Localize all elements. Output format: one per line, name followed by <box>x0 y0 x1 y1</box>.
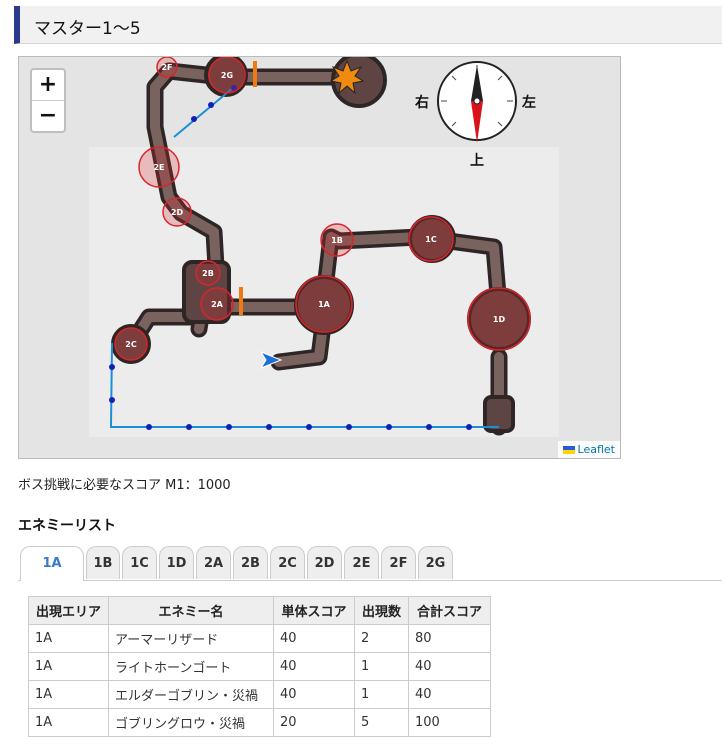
boss-score-text: ボス挑戦に必要なスコア M1：1000 <box>18 478 231 493</box>
column-header: 出現数 <box>354 596 409 625</box>
tab-1c[interactable]: 1C <box>122 546 157 579</box>
area-label: 2A <box>211 300 224 309</box>
table-row: 1A エルダーゴブリン・災禍 40 1 40 <box>28 680 491 709</box>
area-label: 2C <box>125 340 137 349</box>
cell-area: 1A <box>28 624 109 653</box>
cell-count: 5 <box>354 708 409 737</box>
cell-unit-score: 40 <box>273 624 355 653</box>
area-label: 2F <box>161 63 172 72</box>
section-title: マスター1〜5 <box>34 19 141 39</box>
tab-2c[interactable]: 2C <box>270 546 305 579</box>
cell-total-score: 100 <box>408 708 491 737</box>
cell-area: 1A <box>28 652 109 681</box>
tab-2a[interactable]: 2A <box>196 546 231 579</box>
column-header: 合計スコア <box>408 596 491 625</box>
compass-label-up: 上 <box>470 153 484 169</box>
cell-enemy-name: アーマーリザード <box>108 624 274 653</box>
cell-enemy-name: ライトホーンゴート <box>108 652 274 681</box>
cell-unit-score: 40 <box>273 680 355 709</box>
zoom-in-button[interactable]: + <box>32 70 64 101</box>
column-header: 単体スコア <box>273 596 355 625</box>
map-canvas[interactable]: 2F 2G 2E 2D 2B 2A 2C 1B 1C 1A 1D 右 左 上 <box>19 57 620 458</box>
leaflet-attribution[interactable]: Leaflet <box>557 441 620 458</box>
cell-count: 1 <box>354 680 409 709</box>
area-label: 1D <box>493 315 506 324</box>
zoom-out-button[interactable]: − <box>32 101 64 131</box>
area-label: 2E <box>153 163 164 172</box>
tab-1b[interactable]: 1B <box>86 546 120 579</box>
area-label: 1B <box>331 236 343 245</box>
map-viewer[interactable]: 2F 2G 2E 2D 2B 2A 2C 1B 1C 1A 1D 右 左 上 +… <box>18 56 621 459</box>
tab-2b[interactable]: 2B <box>233 546 268 579</box>
table-header-row: 出現エリア エネミー名 単体スコア 出現数 合計スコア <box>28 596 491 625</box>
enemy-list-heading: エネミーリスト <box>18 518 116 534</box>
gate-marker <box>239 287 243 315</box>
table-row: 1A ゴブリングロウ・災禍 20 5 100 <box>28 708 491 737</box>
tab-2d[interactable]: 2D <box>307 546 342 579</box>
column-header: 出現エリア <box>28 596 109 625</box>
gate-marker <box>253 61 257 87</box>
area-label: 2G <box>221 71 233 80</box>
table-row: 1A ライトホーンゴート 40 1 40 <box>28 652 491 681</box>
cell-unit-score: 40 <box>273 652 355 681</box>
column-header: エネミー名 <box>108 596 274 625</box>
area-label: 1C <box>425 235 437 244</box>
cell-count: 2 <box>354 624 409 653</box>
section-heading: マスター1〜5 <box>14 6 722 44</box>
area-tabs: 1A 1B 1C 1D 2A 2B 2C 2D 2E 2F 2G <box>18 546 722 581</box>
cell-total-score: 40 <box>408 652 491 681</box>
cell-total-score: 40 <box>408 680 491 709</box>
attribution-link[interactable]: Leaflet <box>578 443 615 456</box>
zoom-control: + − <box>30 68 66 133</box>
cell-area: 1A <box>28 680 109 709</box>
cell-total-score: 80 <box>408 624 491 653</box>
table-row: 1A アーマーリザード 40 2 80 <box>28 624 491 653</box>
area-label: 1A <box>318 300 331 309</box>
tab-1a[interactable]: 1A <box>20 546 84 581</box>
ukraine-flag-icon <box>562 446 575 454</box>
cell-enemy-name: エルダーゴブリン・災禍 <box>108 680 274 709</box>
tab-2g[interactable]: 2G <box>418 546 453 579</box>
compass-label-left: 左 <box>521 94 536 111</box>
cell-area: 1A <box>28 708 109 737</box>
cell-unit-score: 20 <box>273 708 355 737</box>
tab-2f[interactable]: 2F <box>381 546 416 579</box>
enemy-table: 出現エリア エネミー名 単体スコア 出現数 合計スコア 1A アーマーリザード … <box>28 596 491 737</box>
compass-label-right: 右 <box>414 94 429 111</box>
tab-1d[interactable]: 1D <box>159 546 194 579</box>
cell-enemy-name: ゴブリングロウ・災禍 <box>108 708 274 737</box>
area-label: 2B <box>202 269 214 278</box>
cell-count: 1 <box>354 652 409 681</box>
tab-2e[interactable]: 2E <box>344 546 379 579</box>
area-label: 2D <box>171 208 184 217</box>
